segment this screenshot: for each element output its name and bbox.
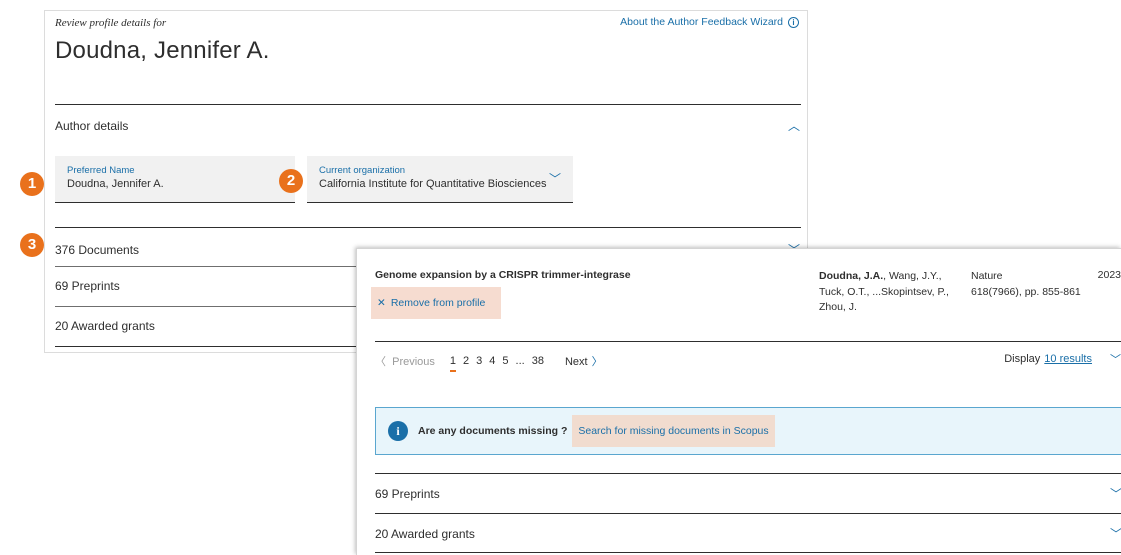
- document-volume-pages: 618(7966), pp. 855-861: [971, 285, 1081, 298]
- document-source: Nature 618(7966), pp. 855-861: [971, 269, 1101, 300]
- remove-from-profile-label: Remove from profile: [390, 297, 486, 309]
- next-page-button[interactable]: Next 〉: [565, 353, 603, 369]
- divider: [55, 227, 801, 228]
- divider: [375, 341, 1121, 342]
- pagination: 〈 Previous 1 2 3 4 5 ... 38 Next 〉: [375, 353, 603, 372]
- about-wizard-link[interactable]: About the Author Feedback Wizard i: [620, 16, 799, 28]
- previous-page-label: Previous: [392, 356, 435, 368]
- divider: [375, 552, 1121, 553]
- page-5-button[interactable]: 5: [502, 355, 508, 367]
- organization-label: Current organization: [319, 165, 406, 176]
- previous-page-button[interactable]: 〈 Previous: [375, 353, 435, 369]
- callout-badge-1: 1: [20, 172, 44, 196]
- document-year: 2023: [1097, 269, 1121, 281]
- organization-value: California Institute for Quantitative Bi…: [319, 178, 547, 190]
- divider: [375, 473, 1121, 474]
- documents-section-title: 376 Documents: [55, 242, 140, 257]
- display-label: Display: [1004, 353, 1041, 365]
- callout-badge-3: 3: [20, 233, 44, 257]
- chevron-down-icon: ﹀: [1109, 527, 1121, 541]
- missing-documents-alert: i Are any documents missing ? Search for…: [375, 407, 1121, 455]
- grants-toggle-front[interactable]: 20 Awarded grants ﹀: [375, 525, 1121, 542]
- callout-badge-2: 2: [279, 169, 303, 193]
- missing-documents-question: Are any documents missing ?: [418, 425, 568, 437]
- page-4-button[interactable]: 4: [489, 355, 495, 367]
- page-38-button[interactable]: 38: [532, 355, 544, 367]
- search-missing-documents-link[interactable]: Search for missing documents in Scopus: [572, 415, 775, 447]
- display-results-select[interactable]: 10 results: [1044, 353, 1092, 365]
- chevron-down-icon: ﹀: [548, 172, 561, 186]
- page-2-button[interactable]: 2: [463, 355, 469, 367]
- document-journal: Nature: [971, 270, 1003, 282]
- divider: [375, 513, 1121, 514]
- next-page-label: Next: [564, 356, 588, 368]
- current-organization-select[interactable]: Current organization California Institut…: [307, 156, 573, 203]
- document-authors: Doudna, J.A., Wang, J.Y., Tuck, O.T., ..…: [819, 269, 959, 316]
- remove-from-profile-button[interactable]: ✕ Remove from profile: [371, 287, 501, 319]
- page-ellipsis: ...: [515, 355, 525, 367]
- page-1-button[interactable]: 1: [449, 355, 457, 372]
- documents-list-panel: Genome expansion by a CRISPR trimmer-int…: [356, 248, 1121, 555]
- chevron-down-icon: ﹀: [1109, 487, 1121, 501]
- divider: [55, 104, 801, 105]
- grants-section-title: 20 Awarded grants: [55, 319, 155, 333]
- display-results-control: Display 10 results ﹀: [1004, 351, 1121, 367]
- chevron-up-icon: ︿: [787, 119, 800, 133]
- page-title: Doudna, Jennifer A.: [55, 37, 270, 64]
- close-icon: ✕: [377, 297, 386, 309]
- preprints-front-title: 69 Preprints: [375, 486, 440, 501]
- about-wizard-link-text: About the Author Feedback Wizard: [620, 16, 783, 28]
- preprints-section-title: 69 Preprints: [55, 279, 120, 293]
- author-details-title: Author details: [55, 118, 129, 133]
- chevron-down-icon[interactable]: ﹀: [1110, 351, 1121, 367]
- chevron-right-icon: 〉: [591, 356, 603, 368]
- grants-front-title: 20 Awarded grants: [375, 526, 475, 541]
- preprints-toggle-front[interactable]: 69 Preprints ﹀: [375, 485, 1121, 502]
- info-icon: i: [788, 16, 799, 28]
- document-first-author: Doudna, J.A.: [819, 270, 884, 282]
- review-label: Review profile details for: [55, 17, 167, 29]
- preferred-name-label: Preferred Name: [67, 165, 135, 176]
- preferred-name-field[interactable]: Preferred Name Doudna, Jennifer A.: [55, 156, 295, 203]
- page-3-button[interactable]: 3: [476, 355, 482, 367]
- document-title[interactable]: Genome expansion by a CRISPR trimmer-int…: [375, 269, 631, 281]
- author-details-toggle[interactable]: Author details ︿: [55, 117, 801, 134]
- preferred-name-value: Doudna, Jennifer A.: [67, 178, 164, 190]
- info-icon: i: [388, 421, 408, 441]
